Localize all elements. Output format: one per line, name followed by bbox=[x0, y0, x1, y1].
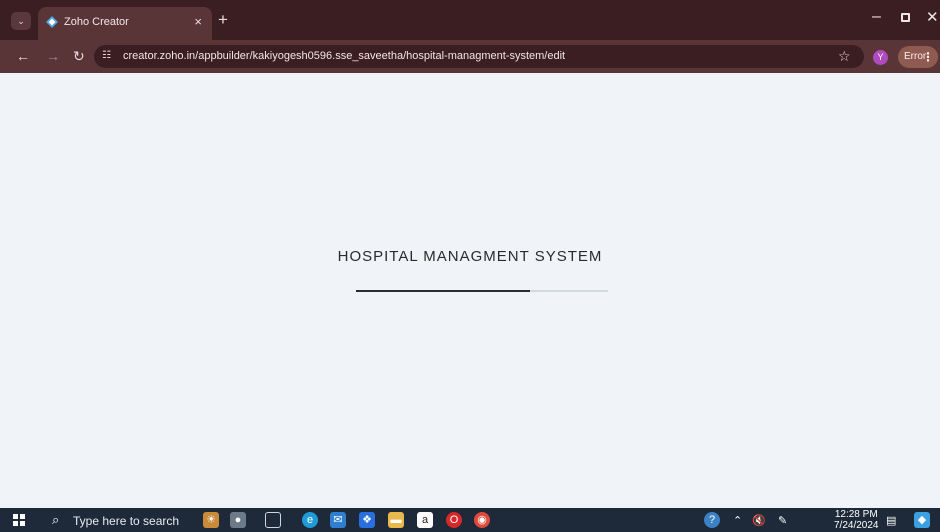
back-arrow-icon[interactable]: ← bbox=[16, 48, 30, 64]
file-explorer-icon[interactable]: ▬ bbox=[388, 512, 404, 528]
url-text[interactable]: creator.zoho.in/appbuilder/kakiyogesh059… bbox=[123, 50, 565, 62]
opera-browser-icon[interactable]: O bbox=[446, 512, 462, 528]
tab-strip: ⌄ Zoho Creator × + – ✕ bbox=[0, 0, 940, 40]
chrome-browser-icon[interactable]: ◉ bbox=[474, 512, 490, 528]
notifications-icon[interactable]: ▤ bbox=[886, 514, 896, 527]
show-hidden-icons-chevron-icon[interactable]: ⌃ bbox=[733, 514, 742, 527]
taskbar-search-input[interactable]: Type here to search bbox=[73, 514, 179, 528]
windows-start-icon[interactable] bbox=[13, 514, 25, 526]
page-title: HOSPITAL MANAGMENT SYSTEM bbox=[337, 248, 603, 265]
browser-toolbar: ← → ↻ ☷ creator.zoho.in/appbuilder/kakiy… bbox=[0, 40, 940, 73]
clock-date: 7/24/2024 bbox=[834, 520, 879, 531]
amazon-icon[interactable]: a bbox=[417, 512, 433, 528]
system-clock[interactable]: 12:28 PM 7/24/2024 bbox=[834, 509, 879, 531]
page-content: HOSPITAL MANAGMENT SYSTEM bbox=[0, 73, 940, 508]
loading-progress-fill bbox=[356, 290, 530, 292]
help-icon[interactable]: ? bbox=[704, 512, 720, 528]
reload-icon[interactable]: ↻ bbox=[73, 48, 85, 65]
clock-time: 12:28 PM bbox=[834, 509, 878, 520]
minimize-icon[interactable]: – bbox=[872, 8, 881, 26]
forward-arrow-icon[interactable]: → bbox=[46, 48, 60, 64]
task-view-icon[interactable] bbox=[265, 512, 281, 528]
error-badge-button[interactable]: Error ⋮ bbox=[898, 46, 938, 68]
color-app-icon[interactable]: ◆ bbox=[914, 512, 930, 528]
mail-icon[interactable]: ✉ bbox=[330, 512, 346, 528]
kebab-menu-icon[interactable]: ⋮ bbox=[922, 46, 934, 68]
tab-close-icon[interactable]: × bbox=[194, 14, 202, 29]
loading-progress-bar bbox=[356, 290, 608, 292]
tab-zoho-creator[interactable]: Zoho Creator × bbox=[38, 7, 212, 40]
pen-icon[interactable]: ✎ bbox=[778, 514, 787, 527]
tab-search-button[interactable]: ⌄ bbox=[11, 12, 31, 30]
profile-avatar[interactable]: Y bbox=[873, 50, 888, 65]
edge-browser-icon[interactable]: e bbox=[302, 512, 318, 528]
search-icon[interactable]: ⌕ bbox=[52, 512, 59, 528]
address-bar[interactable]: ☷ creator.zoho.in/appbuilder/kakiyogesh0… bbox=[94, 45, 864, 68]
new-tab-button[interactable]: + bbox=[218, 10, 228, 30]
speaker-muted-icon[interactable]: 🔇 bbox=[752, 514, 766, 527]
window-close-icon[interactable]: ✕ bbox=[926, 8, 939, 26]
site-info-icon[interactable]: ☷ bbox=[102, 50, 111, 61]
dropbox-icon[interactable]: ❖ bbox=[359, 512, 375, 528]
tab-title: Zoho Creator bbox=[64, 16, 129, 28]
bookmark-star-icon[interactable]: ☆ bbox=[838, 48, 851, 65]
zoho-creator-favicon-icon bbox=[46, 16, 58, 28]
weather-widget-icon[interactable]: ☀ bbox=[203, 512, 219, 528]
restore-icon[interactable] bbox=[901, 13, 910, 22]
windows-taskbar: ⌕ Type here to search ☀ ● e ✉ ❖ ▬ a O ◉ … bbox=[0, 508, 940, 532]
widget-stones-icon[interactable]: ● bbox=[230, 512, 246, 528]
